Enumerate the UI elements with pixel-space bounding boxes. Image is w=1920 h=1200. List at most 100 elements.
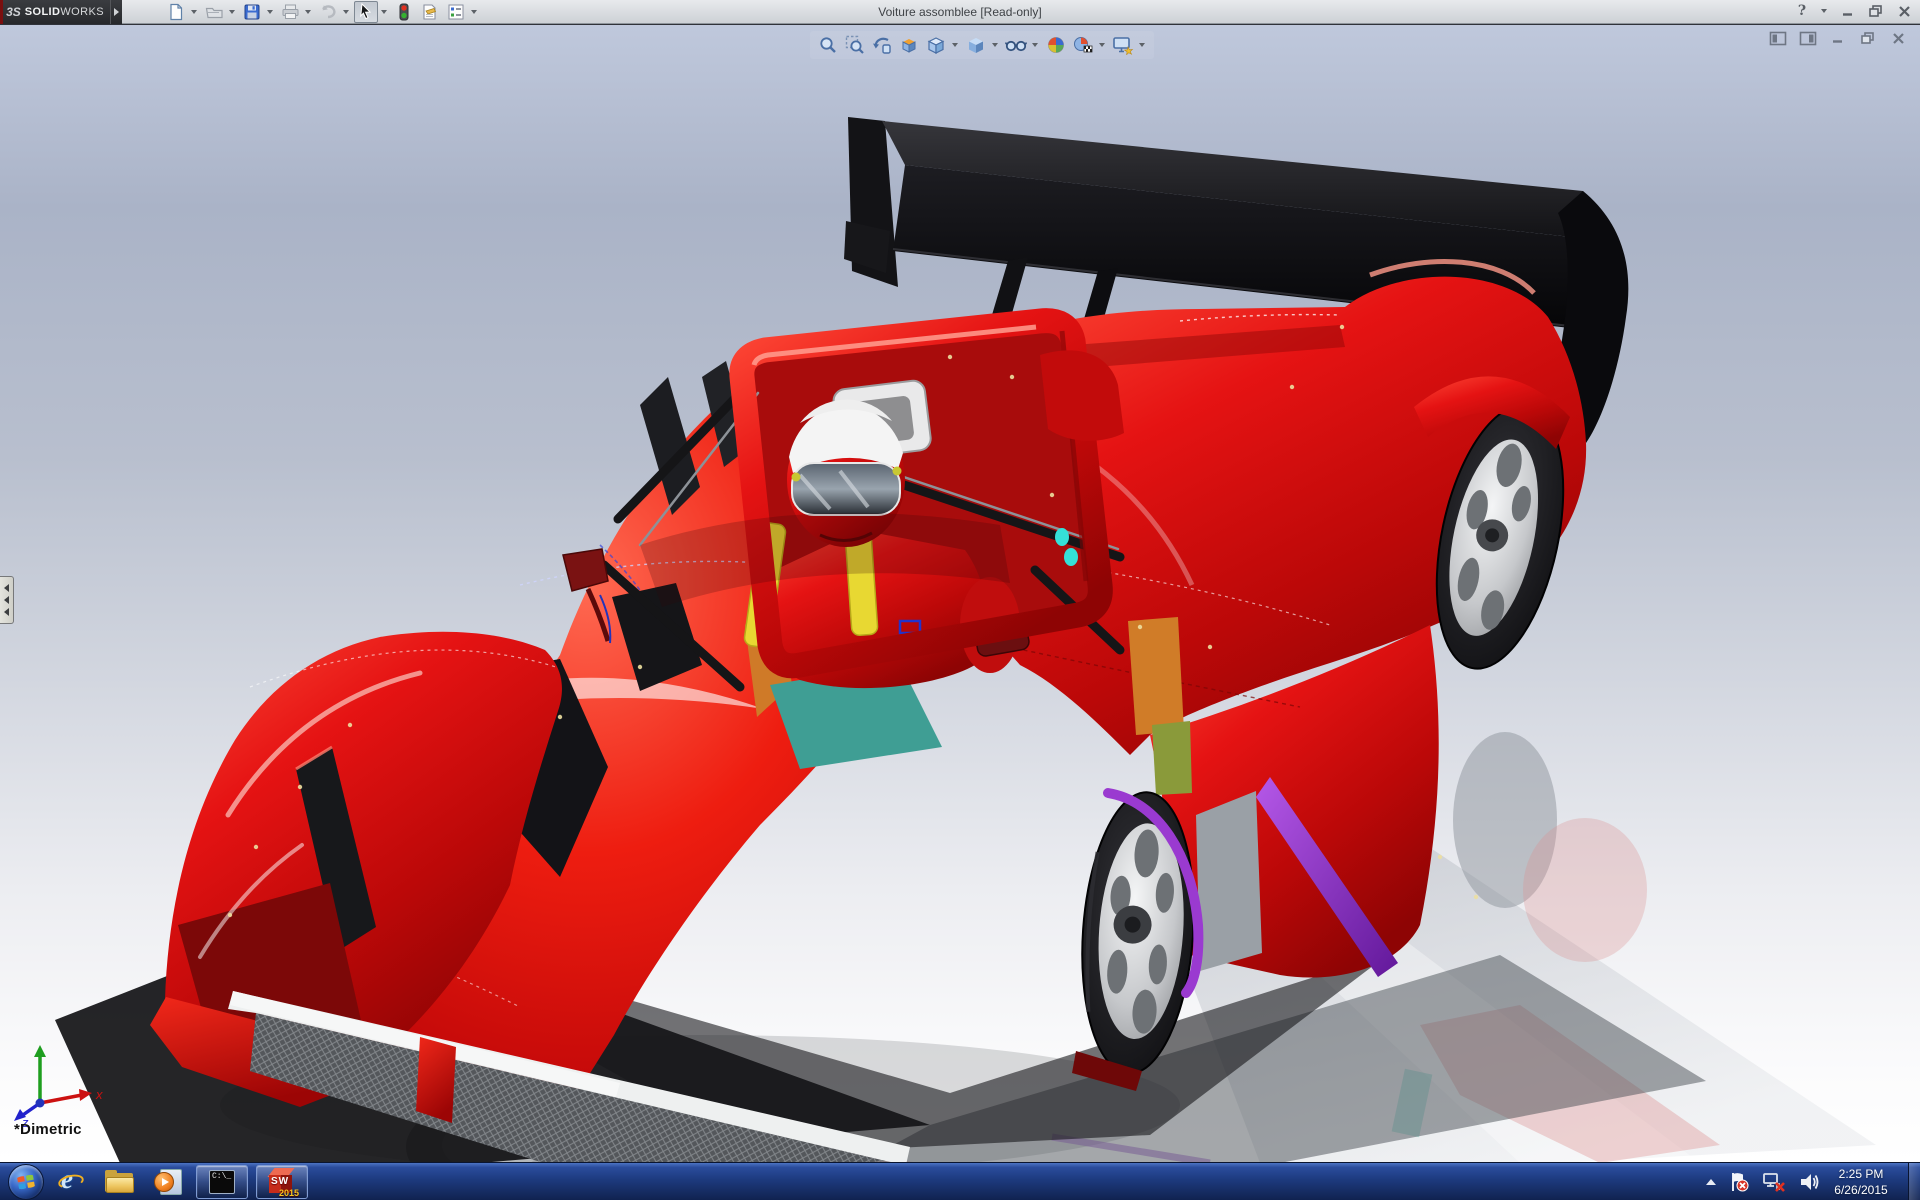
apply-scene-dropdown-arrow[interactable] xyxy=(1099,43,1105,47)
save-dropdown-arrow[interactable] xyxy=(267,10,273,14)
open-button[interactable] xyxy=(202,1,226,23)
undo-dropdown-arrow[interactable] xyxy=(343,10,349,14)
rebuild-traffic-light-icon xyxy=(397,3,411,21)
taskbar: e C:\_ SW 2015 xyxy=(0,1162,1920,1200)
taskbar-clock[interactable]: 2:25 PM 6/26/2015 xyxy=(1824,1166,1898,1198)
standard-toolbar xyxy=(164,1,480,23)
apply-scene-icon xyxy=(1072,35,1094,55)
apply-scene-button[interactable] xyxy=(1071,33,1095,57)
open-dropdown-arrow[interactable] xyxy=(229,10,235,14)
expand-pane-right-button[interactable] xyxy=(1798,30,1818,46)
solidworks-icon: SW 2015 xyxy=(268,1168,296,1196)
view-settings-button[interactable] xyxy=(1111,33,1135,57)
taskbar-media-player[interactable] xyxy=(148,1165,188,1199)
file-properties-button[interactable] xyxy=(418,1,442,23)
undo-button[interactable] xyxy=(316,1,340,23)
new-dropdown-arrow[interactable] xyxy=(191,10,197,14)
minimize-icon xyxy=(1841,5,1855,17)
right-arrow-icon xyxy=(114,8,119,16)
taskbar-solidworks[interactable]: SW 2015 xyxy=(256,1165,308,1199)
display-style-icon xyxy=(966,35,986,55)
volume-icon[interactable] xyxy=(1798,1171,1820,1193)
restore-icon xyxy=(1868,4,1884,18)
print-button[interactable] xyxy=(278,1,302,23)
display-style-dropdown-arrow[interactable] xyxy=(992,43,998,47)
new-document-icon xyxy=(167,3,185,21)
new-document-button[interactable] xyxy=(164,1,188,23)
hide-show-items-button[interactable] xyxy=(1004,33,1028,57)
feature-tree-collapsed-tab[interactable] xyxy=(0,576,14,624)
print-dropdown-arrow[interactable] xyxy=(305,10,311,14)
section-view-button[interactable] xyxy=(897,33,921,57)
action-center-flag-icon[interactable] xyxy=(1728,1171,1750,1193)
show-hidden-icons-button[interactable] xyxy=(1706,1179,1716,1185)
hide-show-items-dropdown-arrow[interactable] xyxy=(1032,43,1038,47)
taskbar-internet-explorer[interactable]: e xyxy=(52,1165,92,1199)
previous-view-button[interactable] xyxy=(870,33,894,57)
media-player-icon xyxy=(154,1169,182,1195)
command-prompt-icon: C:\_ xyxy=(209,1170,235,1194)
zoom-to-fit-icon xyxy=(818,35,838,55)
select-tool-button[interactable] xyxy=(354,1,378,23)
window-edge-accent xyxy=(0,0,3,24)
rebuild-button[interactable] xyxy=(392,1,416,23)
taskbar-command-prompt[interactable]: C:\_ xyxy=(196,1165,248,1199)
view-orientation-icon xyxy=(926,35,946,55)
close-button[interactable] xyxy=(1894,2,1914,20)
system-tray xyxy=(1706,1163,1820,1200)
x-axis-label: x xyxy=(95,1087,103,1102)
zoom-to-fit-button[interactable] xyxy=(816,33,840,57)
model-render-race-car xyxy=(0,25,1920,1162)
save-floppy-icon xyxy=(243,3,261,21)
desktop: 3S SOLIDWORKS xyxy=(0,0,1920,1200)
undo-arrow-icon xyxy=(318,3,338,21)
taskbar-windows-explorer[interactable] xyxy=(100,1165,140,1199)
start-button[interactable] xyxy=(8,1164,44,1200)
view-orientation-button[interactable] xyxy=(924,33,948,57)
clock-date: 6/26/2015 xyxy=(1824,1182,1898,1198)
glasses-icon xyxy=(1005,35,1027,55)
dassault-3ds-logo: 3S xyxy=(6,5,21,19)
windows-logo-icon xyxy=(16,1172,36,1192)
network-disconnected-icon[interactable] xyxy=(1762,1171,1786,1193)
section-view-icon xyxy=(899,35,919,55)
title-bar: 3S SOLIDWORKS xyxy=(0,0,1920,24)
view-settings-dropdown-arrow[interactable] xyxy=(1139,43,1145,47)
select-dropdown-arrow[interactable] xyxy=(381,10,387,14)
solidworks-menu-button[interactable]: 3S SOLIDWORKS xyxy=(0,0,110,24)
show-desktop-button[interactable] xyxy=(1908,1163,1920,1200)
zoom-to-area-icon xyxy=(845,35,865,55)
headsup-view-toolbar xyxy=(810,31,1154,59)
orientation-triad: x z xyxy=(6,1041,106,1127)
view-orientation-dropdown-arrow[interactable] xyxy=(952,43,958,47)
pane-left-icon xyxy=(1769,31,1787,46)
solidworks-wordmark: SOLIDWORKS xyxy=(25,6,104,18)
options-checklist-icon xyxy=(447,3,465,21)
options-button[interactable] xyxy=(444,1,468,23)
minimize-icon xyxy=(1831,32,1845,44)
open-folder-icon xyxy=(205,3,224,21)
select-cursor-icon xyxy=(358,3,374,20)
help-button[interactable]: ? xyxy=(1792,2,1812,20)
left-arrow-icon xyxy=(4,608,9,616)
file-properties-icon xyxy=(421,3,439,21)
minimize-button[interactable] xyxy=(1838,2,1858,20)
edit-appearance-button[interactable] xyxy=(1044,33,1068,57)
document-restore-button[interactable] xyxy=(1858,30,1878,46)
left-arrow-icon xyxy=(4,584,9,592)
options-dropdown-arrow[interactable] xyxy=(471,10,477,14)
help-dropdown-arrow[interactable] xyxy=(1821,9,1827,13)
zoom-to-area-button[interactable] xyxy=(843,33,867,57)
restore-button[interactable] xyxy=(1866,2,1886,20)
menu-expand-arrow[interactable] xyxy=(110,0,122,24)
restore-icon xyxy=(1860,31,1876,45)
save-button[interactable] xyxy=(240,1,264,23)
graphics-viewport[interactable]: x z *Dimetric xyxy=(0,24,1920,1162)
edit-appearance-icon xyxy=(1046,35,1066,55)
document-minimize-button[interactable] xyxy=(1828,30,1848,46)
printer-icon xyxy=(281,3,300,21)
document-close-button[interactable] xyxy=(1888,30,1908,46)
display-style-button[interactable] xyxy=(964,33,988,57)
collapse-pane-left-button[interactable] xyxy=(1768,30,1788,46)
clock-time: 2:25 PM xyxy=(1824,1166,1898,1182)
